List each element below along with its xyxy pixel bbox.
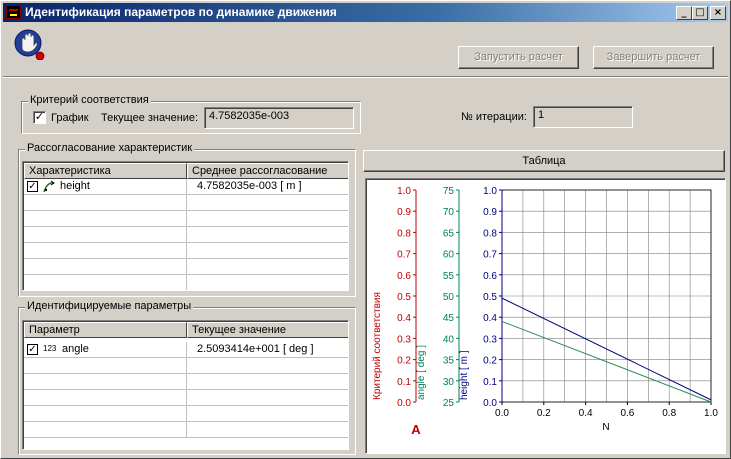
- table-cell: 2.5093414e+001 [ deg ]: [187, 342, 348, 358]
- x-axis-label: N: [602, 422, 609, 433]
- table-cell: ✓ 123 angle: [24, 342, 187, 358]
- y-axis-label: Критерий соответствия: [372, 292, 383, 400]
- y-tick-label: 70: [443, 207, 455, 218]
- y-tick-label: 60: [443, 250, 455, 261]
- y-tick-label: 0.9: [397, 207, 411, 218]
- y-tick-label: 1.0: [483, 186, 497, 197]
- y-tick-label: 55: [443, 271, 455, 282]
- y-tick-label: 0.3: [483, 334, 497, 345]
- column-header[interactable]: Текущее значение: [187, 322, 348, 338]
- start-calculation-button[interactable]: Запустить расчет: [458, 46, 579, 69]
- title-bar[interactable]: Идентификация параметров по динамике дви…: [3, 3, 728, 22]
- row-checkbox[interactable]: ✓: [27, 181, 38, 192]
- criterion-group-label: Критерий соответствия: [28, 94, 151, 106]
- y-tick-label: 0.1: [483, 377, 497, 388]
- current-value-label: Текущее значение:: [101, 112, 199, 124]
- toolbar-separator: [3, 76, 728, 78]
- y-tick-label: 0.8: [397, 228, 411, 239]
- y-axis-label: angle [ deg ]: [416, 345, 427, 400]
- row-checkbox[interactable]: ✓: [27, 344, 38, 355]
- table-row[interactable]: ✓ height 4.7582035e-003 [ m ]: [24, 179, 348, 195]
- table-row[interactable]: ✓ 123 angle 2.5093414e+001 [ deg ]: [24, 342, 348, 358]
- x-tick-label: 0.6: [620, 408, 634, 419]
- y-tick-label: 0.7: [483, 250, 497, 261]
- y-tick-label: 0.6: [483, 271, 497, 282]
- app-title-icon[interactable]: [6, 5, 21, 19]
- y-tick-label: 0.7: [397, 250, 411, 261]
- number-icon: 123: [43, 344, 57, 353]
- table-button[interactable]: Таблица: [363, 150, 725, 172]
- y-tick-label: 25: [443, 398, 455, 409]
- column-header[interactable]: Параметр: [24, 322, 187, 338]
- x-tick-label: 0.0: [495, 408, 509, 419]
- params-table-header: Параметр Текущее значение: [24, 322, 348, 338]
- minimize-button[interactable]: _: [676, 6, 692, 20]
- finish-calculation-button[interactable]: Завершить расчет: [593, 46, 714, 69]
- y-tick-label: 45: [443, 313, 455, 324]
- y-tick-label: 0.0: [397, 398, 411, 409]
- y-tick-label: 0.2: [397, 356, 411, 367]
- y-tick-label: 35: [443, 356, 455, 367]
- mismatch-group-label: Рассогласование характеристик: [25, 142, 195, 154]
- y-tick-label: 0.5: [397, 292, 411, 303]
- trajectory-icon: [42, 180, 56, 194]
- row-name: height: [60, 180, 90, 192]
- y-tick-label: 0.3: [397, 334, 411, 345]
- params-group-label: Идентифицируемые параметры: [25, 300, 194, 312]
- y-tick-label: 40: [443, 334, 455, 345]
- y-tick-label: 0.2: [483, 356, 497, 367]
- params-table[interactable]: Параметр Текущее значение ✓ 123 angle 2.…: [22, 320, 349, 450]
- chart: 0.0 0.1 0.2 0.3 0.4 0.5 0.6 0.7 0.8 0.9 1.0 Критери…: [372, 186, 718, 437]
- row-name: angle: [62, 343, 89, 355]
- y-tick-label: 0.9: [483, 207, 497, 218]
- y-tick-label: 1.0: [397, 186, 411, 197]
- iteration-label: № итерации:: [461, 111, 527, 123]
- y-tick-label: 0.1: [397, 377, 411, 388]
- y-tick-label: 0.8: [483, 228, 497, 239]
- y-tick-label: 0.6: [397, 271, 411, 282]
- hand-icon[interactable]: [13, 28, 45, 61]
- chart-marker-label: A: [411, 422, 421, 437]
- column-header[interactable]: Среднее рассогласование: [187, 163, 348, 179]
- close-button[interactable]: ×: [710, 6, 726, 20]
- y-tick-label: 65: [443, 228, 455, 239]
- graph-checkbox[interactable]: ✓: [33, 111, 46, 124]
- table-cell: 4.7582035e-003 [ m ]: [187, 179, 348, 195]
- window-title: Идентификация параметров по динамике дви…: [25, 5, 337, 19]
- table-cell: ✓ height: [24, 179, 187, 195]
- x-tick-label: 1.0: [704, 408, 718, 419]
- y-tick-label: 75: [443, 186, 455, 197]
- graph-checkbox-label: График: [51, 112, 89, 124]
- x-tick-label: 0.2: [537, 408, 551, 419]
- y-axis-label: height [ m ]: [459, 350, 470, 400]
- mismatch-table-header: Характеристика Среднее рассогласование: [24, 163, 348, 179]
- main-window: Идентификация параметров по динамике дви…: [0, 0, 731, 459]
- y-tick-label: 50: [443, 292, 455, 303]
- mismatch-table[interactable]: Характеристика Среднее рассогласование ✓…: [22, 161, 349, 291]
- chart-panel: 0.0 0.1 0.2 0.3 0.4 0.5 0.6 0.7 0.8 0.9 1.0 Критери…: [365, 178, 726, 454]
- maximize-button[interactable]: □: [692, 6, 708, 20]
- y-tick-label: 30: [443, 377, 455, 388]
- y-tick-label: 0.5: [483, 292, 497, 303]
- y-tick-label: 0.4: [397, 313, 411, 324]
- y-tick-label: 0.4: [483, 313, 497, 324]
- iteration-value-field: 1: [533, 106, 633, 128]
- x-tick-label: 0.8: [662, 408, 676, 419]
- x-tick-label: 0.4: [579, 408, 593, 419]
- column-header[interactable]: Характеристика: [24, 163, 187, 179]
- criterion-value-field: 4.7582035e-003: [204, 107, 354, 129]
